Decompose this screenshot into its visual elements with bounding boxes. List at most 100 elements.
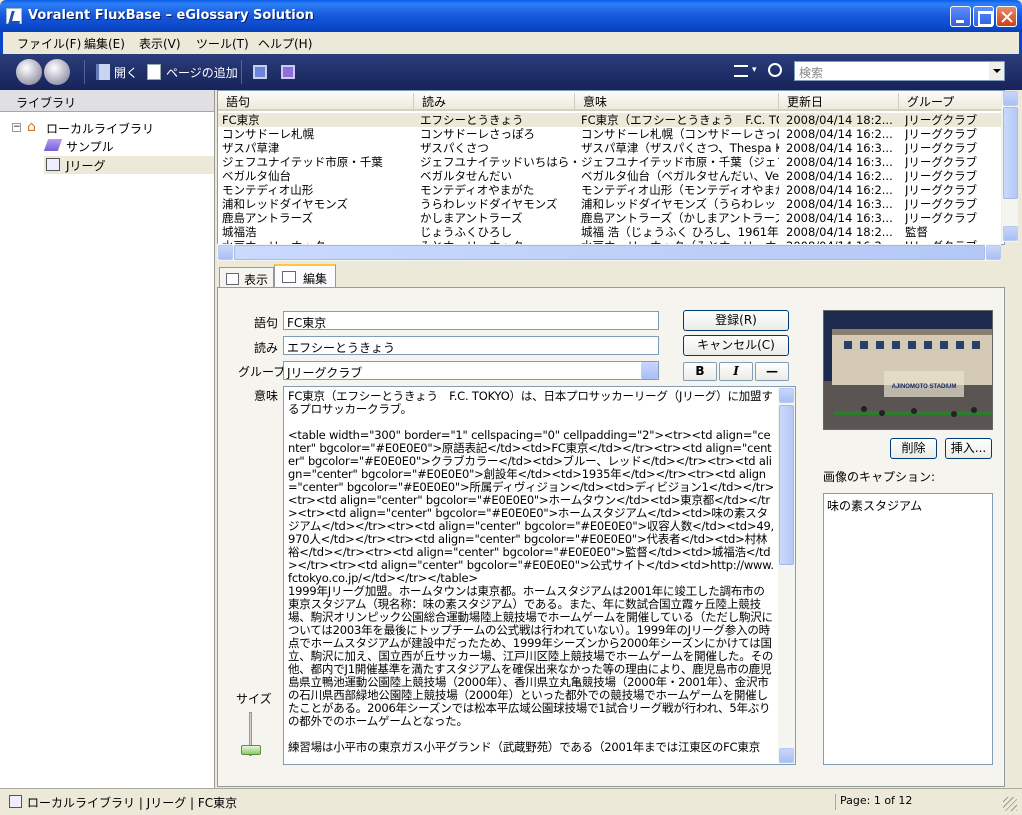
maximize-button[interactable] — [973, 6, 994, 27]
meaning-scrollbar[interactable] — [778, 387, 795, 764]
table-cell: 2008/04/14 16:2... — [786, 169, 893, 183]
column-header-group[interactable]: グループ — [899, 93, 1004, 111]
scroll-thumb[interactable] — [234, 245, 985, 260]
horizontal-rule-button[interactable]: — — [755, 362, 789, 381]
menu-file[interactable]: ファイル(F) — [17, 35, 81, 52]
table-cell: FC東京（エフシーとうきょう F.C. TO... — [581, 113, 779, 127]
table-row[interactable]: FC東京 エフシーとうきょう FC東京（エフシーとうきょう F.C. TO... 20… — [218, 113, 1004, 127]
tree-item-jleague[interactable]: Jリーグ — [44, 156, 214, 174]
tab-edit[interactable]: 編集 — [274, 264, 336, 288]
home-icon: ⌂ — [27, 119, 36, 135]
minimize-button[interactable] — [950, 6, 971, 27]
table-row[interactable]: 鹿島アントラーズ かしまアントラーズ 鹿島アントラーズ（かしまアントラーズ... 20… — [218, 211, 1004, 225]
open-book-icon — [46, 158, 60, 171]
glossary-grid[interactable]: 語句 読み 意味 更新日 グループ FC東京 エフシーとうきょう FC東京（エフシー… — [217, 90, 1005, 245]
library-panel: ライブラリ − ⌂ ローカルライブラリ サンプル Jリーグ — [0, 90, 215, 788]
view-options-icon[interactable] — [734, 65, 748, 77]
save-all-icon[interactable] — [281, 65, 295, 79]
grid-horizontal-scrollbar[interactable] — [217, 244, 1001, 261]
table-cell: Jリーグクラブ — [905, 183, 978, 197]
menu-edit[interactable]: 編集(E) — [84, 35, 125, 52]
scroll-up-button[interactable] — [779, 388, 794, 403]
stadium-banner-text: AJINOMOTO STADIUM — [892, 384, 957, 390]
tab-label: 編集 — [303, 272, 328, 286]
search-icon[interactable] — [768, 63, 782, 77]
table-row[interactable]: ザスパ草津 ザスパくさつ ザスパ草津（ザスパくさつ、Thespa K... 2008/… — [218, 141, 1004, 155]
menu-tools[interactable]: ツール(T) — [196, 35, 249, 52]
grid-header: 語句 読み 意味 更新日 グループ — [218, 91, 1004, 111]
table-cell: ザスパくさつ — [420, 141, 489, 155]
scroll-thumb[interactable] — [779, 405, 794, 565]
table-cell: 城福浩 — [222, 225, 257, 239]
table-cell: モンテディオ山形 — [222, 183, 314, 197]
table-cell: Jリーグクラブ — [905, 127, 978, 141]
add-page-button[interactable]: ページの追加 — [166, 64, 238, 81]
table-row[interactable]: モンテディオ山形 モンテディオやまがた モンテディオ山形（モンテディオやまが... 2… — [218, 183, 1004, 197]
page-add-icon[interactable] — [147, 64, 161, 80]
table-cell: ジェフユナイテッドいちはら・... — [420, 155, 576, 169]
group-select[interactable]: Jリーグクラブ — [283, 361, 659, 380]
table-cell: Jリーグクラブ — [905, 155, 978, 169]
open-button[interactable]: 開く — [114, 64, 138, 81]
table-row[interactable]: ジェフユナイテッド市原・千葉 ジェフユナイテッドいちはら・... ジェフユナイテッド… — [218, 155, 1004, 169]
tree-expander[interactable]: − — [12, 123, 21, 132]
size-slider[interactable] — [233, 710, 269, 760]
book-open-icon[interactable] — [96, 64, 110, 80]
term-input[interactable]: FC東京 — [283, 311, 659, 330]
scroll-down-button[interactable] — [1003, 226, 1018, 241]
search-dropdown-button[interactable] — [989, 62, 1004, 80]
scroll-thumb[interactable] — [1003, 107, 1018, 199]
table-row[interactable]: 城福浩 じょうふくひろし 城福 浩（じょうふく ひろし、1961年3... 2008/… — [218, 225, 1004, 239]
table-cell: エフシーとうきょう — [420, 113, 524, 127]
scroll-up-button[interactable] — [1003, 91, 1018, 106]
table-cell: 鹿島アントラーズ — [222, 211, 313, 225]
table-cell: FC東京 — [222, 113, 260, 127]
meaning-textarea[interactable]: FC東京（エフシーとうきょう F.C. TOKYO）は、日本プロサッカーリーグ（… — [283, 386, 796, 765]
table-row[interactable]: コンサドーレ札幌 コンサドーレさっぽろ コンサドーレ札幌（コンサドーレさっぽ... 2… — [218, 127, 1004, 141]
reading-input[interactable]: エフシーとうきょう — [283, 336, 659, 355]
chevron-down-icon[interactable] — [641, 362, 658, 379]
save-icon[interactable] — [253, 65, 267, 79]
register-button[interactable]: 登録(R) — [683, 310, 789, 331]
delete-image-button[interactable]: 削除 — [890, 438, 937, 459]
slider-thumb[interactable] — [241, 745, 261, 755]
menu-help[interactable]: ヘルプ(H) — [258, 35, 312, 52]
italic-button[interactable]: I — [719, 362, 753, 381]
table-row[interactable]: 浦和レッドダイヤモンズ うらわレッドダイヤモンズ 浦和レッドダイヤモンズ（うらわレッ… — [218, 197, 1004, 211]
table-cell: 監督 — [905, 225, 928, 239]
column-header-reading[interactable]: 読み — [414, 93, 575, 111]
scroll-left-button[interactable] — [218, 245, 233, 260]
table-cell: Jリーグクラブ — [905, 113, 978, 127]
menu-view[interactable]: 表示(V) — [139, 35, 181, 52]
cancel-button[interactable]: キャンセル(C) — [683, 335, 789, 356]
column-header-term[interactable]: 語句 — [218, 93, 414, 111]
table-cell: Jリーグクラブ — [905, 169, 978, 183]
image-preview: AJINOMOTO STADIUM — [823, 310, 993, 430]
back-button[interactable] — [16, 59, 42, 85]
table-cell: ザスパ草津（ザスパくさつ、Thespa K... — [581, 141, 779, 155]
column-header-updated[interactable]: 更新日 — [779, 93, 899, 111]
insert-image-button[interactable]: 挿入... — [945, 438, 992, 459]
search-input[interactable]: 検索 — [794, 61, 1005, 81]
scroll-down-button[interactable] — [779, 748, 794, 763]
column-header-meaning[interactable]: 意味 — [575, 93, 779, 111]
tree-item-sample[interactable]: サンプル — [43, 137, 206, 155]
meaning-text: FC東京（エフシーとうきょう F.C. TOKYO）は、日本プロサッカーリーグ（… — [288, 389, 775, 754]
bold-button[interactable]: B — [683, 362, 717, 381]
size-label: サイズ — [236, 692, 272, 706]
title-bar[interactable]: Voralent FluxBase – eGlossary Solution — [0, 0, 1022, 32]
table-cell: 浦和レッドダイヤモンズ — [222, 197, 348, 211]
table-row[interactable]: ベガルタ仙台 ベガルタせんだい ベガルタ仙台（ベガルタせんだい、Ve... 2008/… — [218, 169, 1004, 183]
menu-bar: ファイル(F) 編集(E) 表示(V) ツール(T) ヘルプ(H) — [0, 32, 1022, 54]
chevron-down-icon[interactable]: ▾ — [752, 65, 757, 75]
scroll-right-button[interactable] — [986, 245, 1001, 260]
stadium-photo: AJINOMOTO STADIUM — [824, 311, 992, 429]
tab-view[interactable]: 表示 — [219, 267, 274, 288]
caption-textarea[interactable]: 味の素スタジアム — [823, 493, 993, 765]
table-cell: Jリーグクラブ — [905, 197, 978, 211]
table-cell: 鹿島アントラーズ（かしまアントラーズ... — [581, 211, 779, 225]
forward-button[interactable] — [44, 59, 70, 85]
resize-grip[interactable] — [1003, 797, 1017, 811]
close-button[interactable] — [996, 6, 1017, 27]
grid-vertical-scrollbar[interactable] — [1001, 91, 1018, 242]
